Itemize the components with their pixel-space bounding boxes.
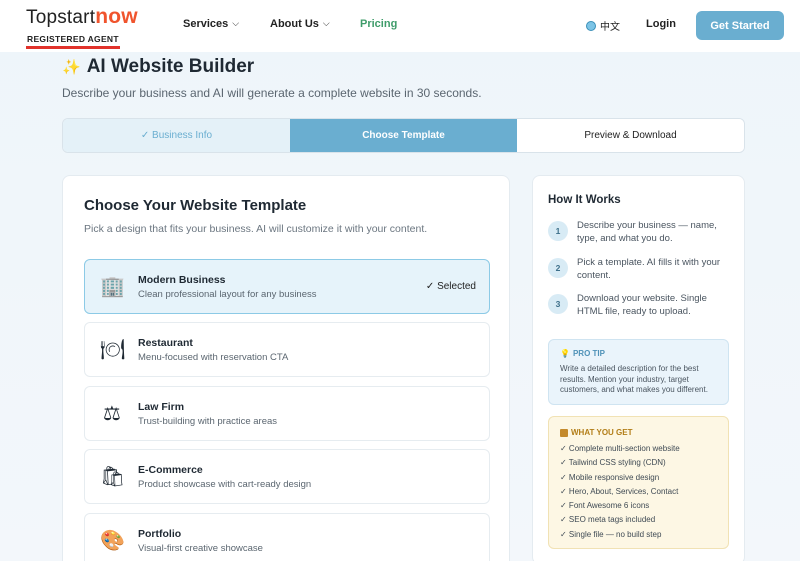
nav-services[interactable]: Services ⌵ — [183, 17, 240, 31]
step-choose-template[interactable]: Choose Template — [290, 119, 517, 152]
template-description: Menu-focused with reservation CTA — [138, 352, 289, 363]
logo-subtitle: REGISTERED AGENT — [26, 33, 120, 49]
feature-item: ✓ SEO meta tags included — [560, 515, 656, 525]
language-switcher[interactable]: 中文 — [586, 18, 620, 33]
nav-about-us-label: About Us — [270, 18, 319, 30]
feature-item: ✓ Single file — no build step — [560, 529, 662, 539]
scales-icon: ⚖ — [103, 403, 121, 425]
template-description: Clean professional layout for any busine… — [138, 289, 317, 300]
page-subtitle: Describe your business and AI will gener… — [62, 86, 482, 100]
template-name: Portfolio — [138, 528, 182, 540]
template-name: Restaurant — [138, 337, 193, 349]
pro-tip-text: Write a detailed description for the bes… — [560, 364, 708, 394]
chevron-down-icon: ⌵ — [232, 17, 240, 28]
logo-wordmark: Topstartnow — [26, 6, 156, 29]
template-portfolio[interactable]: 🎨 Portfolio Visual-first creative showca… — [84, 513, 490, 561]
page-title: ✨ AI Website Builder — [62, 56, 254, 78]
template-picker-title: Choose Your Website Template — [84, 197, 307, 214]
feature-list: ✓ Complete multi-section website ✓ Tailw… — [560, 442, 725, 542]
template-law-firm[interactable]: ⚖ Law Firm Trust-building with practice … — [84, 386, 490, 441]
nav-services-label: Services — [183, 18, 229, 30]
step-number: 1 — [548, 221, 568, 241]
logo-accent: now — [95, 5, 138, 28]
lightbulb-icon: 💡 — [560, 349, 570, 358]
what-you-get-label: WHAT YOU GET — [571, 428, 633, 437]
step-business-info[interactable]: ✓ Business Info — [63, 119, 290, 152]
pro-tip-heading: 💡 PRO TIP — [560, 349, 605, 358]
page-title-text: AI Website Builder — [86, 56, 255, 77]
what-you-get-box: WHAT YOU GET ✓ Complete multi-section we… — [548, 416, 729, 549]
pro-tip-label: PRO TIP — [572, 349, 605, 358]
step-text: Pick a template. AI fills it with your c… — [577, 257, 721, 281]
shopping-bags-icon: 🛍 — [100, 466, 126, 488]
step-text: Describe your business — name, type, and… — [577, 220, 717, 244]
login-link[interactable]: Login — [646, 18, 676, 30]
chevron-down-icon: ⌵ — [322, 17, 330, 28]
what-you-get-heading: WHAT YOU GET — [560, 428, 632, 437]
step-number: 2 — [548, 258, 568, 278]
template-description: Trust-building with practice areas — [138, 416, 278, 427]
site-header: Topstartnow REGISTERED AGENT Services ⌵ … — [0, 0, 800, 52]
sparkles-icon: ✨ — [62, 59, 81, 76]
template-restaurant[interactable]: 🍽 Restaurant Menu-focused with reservati… — [84, 322, 490, 377]
restaurant-icon: 🍽 — [100, 339, 126, 361]
template-name: Modern Business — [138, 274, 226, 286]
template-name: Law Firm — [138, 401, 185, 413]
template-name: E-Commerce — [138, 464, 203, 476]
template-modern-business[interactable]: 🏢 Modern Business Clean professional lay… — [84, 259, 490, 314]
feature-item: ✓ Hero, About, Services, Contact — [560, 486, 679, 496]
building-icon: 🏢 — [100, 276, 125, 298]
template-picker-subtitle: Pick a design that fits your business. A… — [84, 223, 428, 235]
logo[interactable]: Topstartnow REGISTERED AGENT — [26, 6, 156, 49]
template-description: Product showcase with cart-ready design — [138, 479, 312, 490]
palette-icon: 🎨 — [100, 530, 125, 552]
language-label: 中文 — [600, 22, 620, 33]
step-text: Download your website. Single HTML file,… — [577, 293, 707, 317]
logo-text: Topstart — [26, 7, 96, 28]
step-preview-download[interactable]: Preview & Download — [517, 119, 744, 152]
progress-steps: ✓ Business Info Choose Template Preview … — [62, 118, 745, 153]
nav-about-us[interactable]: About Us ⌵ — [270, 17, 330, 31]
feature-item: ✓ Tailwind CSS styling (CDN) — [560, 458, 666, 468]
how-it-works-card: How It Works 1 Describe your business — … — [532, 175, 745, 561]
get-started-button[interactable]: Get Started — [696, 11, 784, 40]
template-picker-card: Choose Your Website Template Pick a desi… — [62, 175, 510, 561]
how-it-works-title: How It Works — [548, 194, 621, 206]
globe-icon — [586, 20, 596, 31]
box-icon — [560, 428, 568, 437]
pro-tip-box: 💡 PRO TIP Write a detailed description f… — [548, 339, 729, 405]
feature-item: ✓ Complete multi-section website — [560, 444, 680, 453]
template-description: Visual-first creative showcase — [138, 543, 263, 554]
selected-badge: ✓ Selected — [425, 281, 476, 292]
step-number: 3 — [548, 294, 568, 314]
nav-pricing-label: Pricing — [360, 18, 398, 30]
template-e-commerce[interactable]: 🛍 E-Commerce Product showcase with cart-… — [84, 449, 490, 504]
feature-item: ✓ Font Awesome 6 icons — [560, 501, 650, 511]
feature-item: ✓ Mobile responsive design — [560, 472, 660, 482]
nav-pricing[interactable]: Pricing — [360, 18, 397, 30]
